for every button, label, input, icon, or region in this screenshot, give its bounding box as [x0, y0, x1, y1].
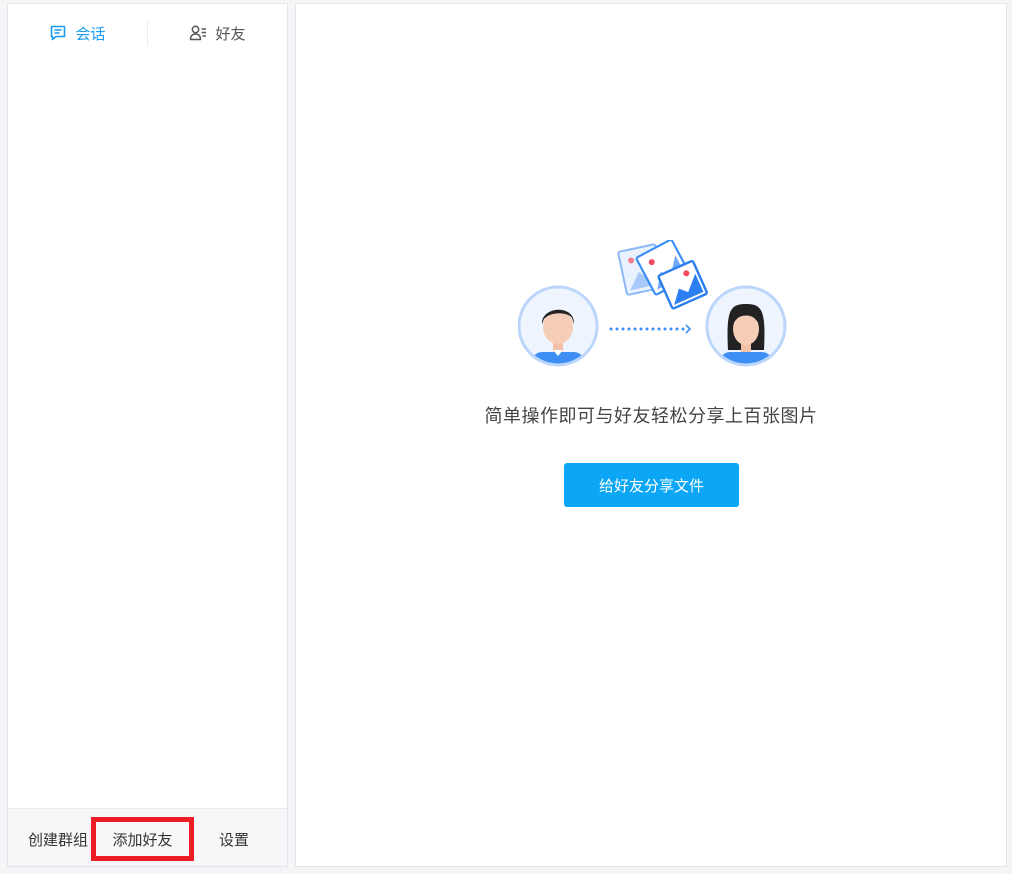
tab-friends[interactable]: 好友 [148, 4, 287, 62]
dotted-arrow-icon [609, 324, 692, 334]
female-avatar-icon [705, 285, 787, 367]
left-sidebar: 会话 好友 创建群组 添加好友 设置 [7, 3, 288, 867]
tab-conversations-label: 会话 [75, 24, 106, 43]
contacts-icon [190, 25, 207, 41]
chat-icon [51, 25, 66, 41]
main-content: 简单操作即可与好友轻松分享上百张图片 给好友分享文件 [295, 3, 1007, 867]
conversation-list[interactable] [8, 62, 287, 810]
tab-bar: 会话 好友 [8, 4, 287, 63]
create-group-button[interactable]: 创建群组 [18, 817, 98, 861]
create-group-label: 创建群组 [27, 830, 88, 849]
tab-conversations[interactable]: 会话 [8, 4, 147, 62]
share-file-button-label: 给好友分享文件 [598, 476, 704, 495]
bottom-toolbar: 创建群组 添加好友 设置 [8, 808, 287, 866]
share-illustration [518, 240, 787, 367]
add-friend-button[interactable]: 添加好友 [91, 817, 194, 861]
share-file-button[interactable]: 给好友分享文件 [564, 463, 739, 507]
settings-button[interactable]: 设置 [194, 817, 274, 861]
male-avatar-icon [518, 285, 599, 367]
photos-icon [617, 240, 708, 310]
share-tip-text: 简单操作即可与好友轻松分享上百张图片 [484, 406, 818, 427]
tab-friends-label: 好友 [215, 24, 246, 43]
add-friend-label: 添加好友 [112, 830, 173, 849]
settings-label: 设置 [218, 830, 249, 849]
